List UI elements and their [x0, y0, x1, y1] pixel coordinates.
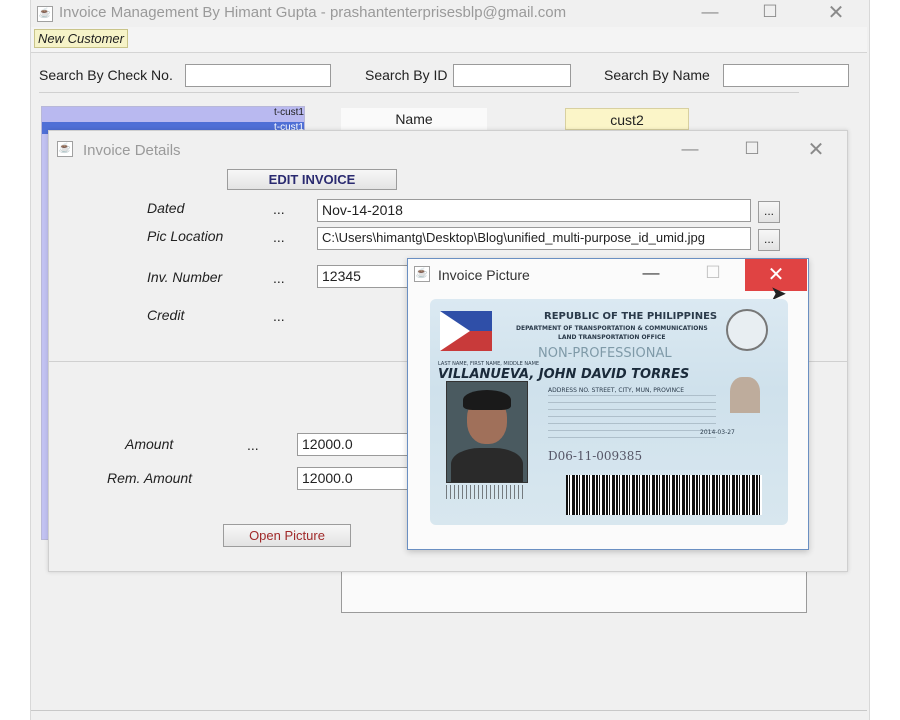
- id-photo: [446, 381, 528, 483]
- search-name-input[interactable]: [723, 64, 849, 87]
- card-department-text: DEPARTMENT OF TRANSPORTATION & COMMUNICA…: [516, 325, 708, 332]
- amount-dots: ...: [247, 437, 259, 453]
- dated-dots: ...: [273, 201, 285, 217]
- card-category-text: NON-PROFESSIONAL: [538, 346, 672, 361]
- window-title: Invoice Management By Himant Gupta - pra…: [59, 4, 567, 21]
- search-name-label: Search By Name: [604, 67, 710, 83]
- card-detail-lines: [548, 395, 716, 443]
- dated-browse-button[interactable]: ...: [758, 201, 780, 223]
- java-app-icon: ☕: [37, 6, 53, 22]
- card-expiry-text: 2014-03-27: [700, 429, 735, 436]
- java-app-icon: ☕: [414, 266, 430, 282]
- search-id-label: Search By ID: [365, 67, 448, 83]
- close-icon[interactable]: ✕: [801, 137, 831, 162]
- dated-field[interactable]: Nov-14-2018: [317, 199, 751, 222]
- amount-field[interactable]: 12000.0: [297, 433, 409, 456]
- pic-location-label: Pic Location: [147, 228, 224, 244]
- menu-bar: New Customer: [31, 27, 867, 53]
- card-address-text: ADDRESS NO. STREET, CITY, MUN, PROVINCE: [548, 387, 685, 394]
- search-id-input[interactable]: [453, 64, 571, 87]
- maximize-icon[interactable]: ☐: [737, 139, 767, 159]
- card-office-text: LAND TRANSPORTATION OFFICE: [558, 334, 666, 341]
- menu-new-customer[interactable]: New Customer: [34, 29, 128, 48]
- minimize-icon[interactable]: —: [695, 2, 725, 22]
- card-holder-name: VILLANUEVA, JOHN DAVID TORRES: [438, 367, 690, 382]
- inv-number-dots: ...: [273, 270, 285, 286]
- name-header: Name: [341, 108, 487, 130]
- pic-location-field[interactable]: C:\Users\himantg\Desktop\Blog\unified_mu…: [317, 227, 751, 250]
- ghost-photo: [730, 377, 760, 413]
- pic-location-dots: ...: [273, 229, 285, 245]
- maximize-icon[interactable]: ☐: [755, 2, 785, 22]
- pic-location-browse-button[interactable]: ...: [758, 229, 780, 251]
- list-item[interactable]: t-cust1: [42, 107, 304, 122]
- search-check-input[interactable]: [185, 64, 331, 87]
- lto-seal-icon: [726, 309, 768, 351]
- java-app-icon: ☕: [57, 141, 73, 157]
- card-barcode: [566, 475, 762, 515]
- rem-amount-field[interactable]: 12000.0: [297, 467, 409, 490]
- minimize-icon[interactable]: —: [636, 263, 666, 283]
- close-icon[interactable]: ✕: [821, 0, 851, 25]
- credit-dots: ...: [273, 308, 285, 324]
- amount-label: Amount: [125, 436, 174, 452]
- credit-label: Credit: [147, 307, 185, 323]
- open-picture-button[interactable]: Open Picture: [223, 524, 351, 547]
- rem-amount-label: Rem. Amount: [107, 470, 193, 486]
- detail-panel-bottom: [341, 570, 807, 613]
- name-value: cust2: [565, 108, 689, 130]
- maximize-icon: ☐: [705, 263, 721, 282]
- invoice-picture-window: ☕ Invoice Picture — ☐ ✕ ➤ REPUBLIC OF TH…: [407, 258, 809, 550]
- card-license-number: D06-11-009385: [548, 449, 643, 463]
- bottom-border: [31, 710, 867, 711]
- philippine-flag-icon: [440, 311, 492, 351]
- id-card-image: REPUBLIC OF THE PHILIPPINES DEPARTMENT O…: [430, 299, 788, 525]
- divider: [39, 92, 799, 93]
- picture-window-title: Invoice Picture: [438, 267, 530, 283]
- search-check-label: Search By Check No.: [39, 67, 173, 83]
- dated-label: Dated: [147, 200, 185, 216]
- inv-number-label: Inv. Number: [147, 269, 223, 285]
- signature-line: [446, 485, 526, 499]
- card-republic-text: REPUBLIC OF THE PHILIPPINES: [544, 311, 718, 322]
- minimize-icon[interactable]: —: [675, 139, 705, 159]
- dialog-title: Invoice Details: [83, 142, 181, 159]
- edit-invoice-button[interactable]: EDIT INVOICE: [227, 169, 397, 190]
